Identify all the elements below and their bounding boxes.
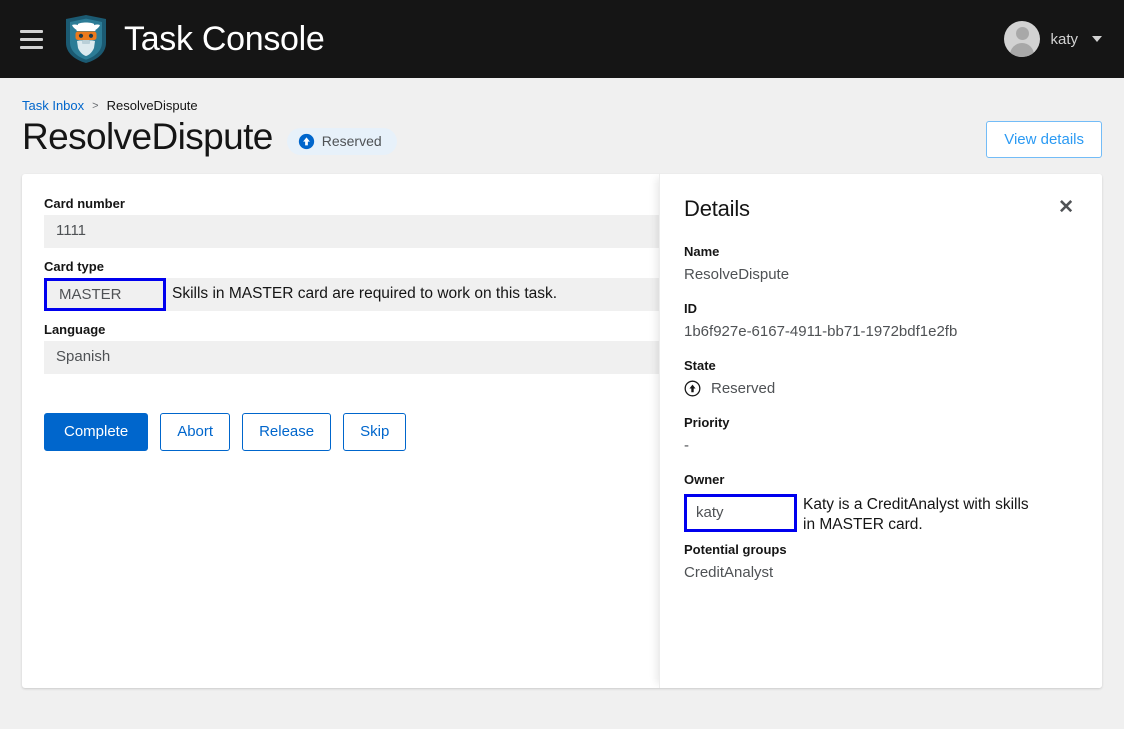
arrow-up-circle-icon bbox=[684, 380, 701, 397]
page-title: ResolveDispute bbox=[22, 117, 273, 158]
user-name-label: katy bbox=[1050, 31, 1078, 48]
details-title: Details bbox=[684, 196, 750, 222]
detail-owner-row: katy Katy is a CreditAnalyst with skills… bbox=[684, 494, 1078, 535]
breadcrumb: Task Inbox > ResolveDispute bbox=[22, 98, 1102, 113]
detail-groups-label: Potential groups bbox=[684, 542, 1078, 557]
detail-group-name: Name ResolveDispute bbox=[684, 244, 1078, 283]
detail-name-label: Name bbox=[684, 244, 1078, 259]
owner-annotation-line-1: Katy is a CreditAnalyst with skills bbox=[803, 495, 1078, 515]
abort-button[interactable]: Abort bbox=[160, 413, 230, 451]
user-avatar-icon bbox=[1004, 21, 1040, 57]
detail-name-value: ResolveDispute bbox=[684, 266, 1078, 283]
detail-id-label: ID bbox=[684, 301, 1078, 316]
masthead: Task Console katy bbox=[0, 0, 1124, 78]
breadcrumb-item-current: ResolveDispute bbox=[107, 98, 198, 113]
complete-button[interactable]: Complete bbox=[44, 413, 148, 451]
status-badge: Reserved bbox=[287, 128, 397, 155]
detail-groups-value: CreditAnalyst bbox=[684, 564, 1078, 581]
view-details-button[interactable]: View details bbox=[986, 121, 1102, 158]
card-type-input[interactable]: MASTER bbox=[44, 278, 166, 311]
release-button[interactable]: Release bbox=[242, 413, 331, 451]
task-card: Card number 1111 Card type MASTER Skills… bbox=[22, 174, 1102, 688]
detail-group-priority: Priority - bbox=[684, 415, 1078, 454]
status-badge-label: Reserved bbox=[322, 133, 382, 149]
detail-owner-value: katy bbox=[684, 494, 797, 532]
owner-annotation-line-2: in MASTER card. bbox=[803, 515, 1078, 535]
skip-button[interactable]: Skip bbox=[343, 413, 406, 451]
detail-id-value: 1b6f927e-6167-4911-bb71-1972bdf1e2fb bbox=[684, 323, 1078, 340]
breadcrumb-item-task-inbox[interactable]: Task Inbox bbox=[22, 98, 84, 113]
details-header: Details ✕ bbox=[684, 196, 1078, 222]
close-icon[interactable]: ✕ bbox=[1054, 196, 1078, 219]
content-area: Card number 1111 Card type MASTER Skills… bbox=[0, 158, 1124, 672]
page-header: Task Inbox > ResolveDispute ResolveDispu… bbox=[0, 78, 1124, 158]
title-row: ResolveDispute Reserved View details bbox=[22, 117, 1102, 158]
detail-state-label: State bbox=[684, 358, 1078, 373]
breadcrumb-separator-icon: > bbox=[92, 100, 98, 112]
user-menu[interactable]: katy bbox=[1004, 21, 1102, 57]
detail-priority-label: Priority bbox=[684, 415, 1078, 430]
detail-group-potential-groups: Potential groups CreditAnalyst bbox=[684, 542, 1078, 581]
owner-annotation: Katy is a CreditAnalyst with skills in M… bbox=[797, 494, 1078, 535]
detail-state-value: Reserved bbox=[711, 380, 775, 397]
kogito-mascot-logo[interactable] bbox=[64, 15, 108, 63]
details-panel: Details ✕ Name ResolveDispute ID 1b6f927… bbox=[659, 174, 1102, 688]
arrow-up-circle-icon bbox=[298, 133, 315, 150]
hamburger-icon[interactable] bbox=[14, 22, 48, 56]
detail-group-state: State Reserved bbox=[684, 358, 1078, 397]
detail-group-owner: Owner katy Katy is a CreditAnalyst with … bbox=[684, 472, 1078, 535]
app-title: Task Console bbox=[124, 20, 325, 59]
detail-owner-label: Owner bbox=[684, 472, 1078, 487]
detail-state-value-row: Reserved bbox=[684, 380, 1078, 397]
detail-group-id: ID 1b6f927e-6167-4911-bb71-1972bdf1e2fb bbox=[684, 301, 1078, 340]
detail-priority-value: - bbox=[684, 437, 1078, 454]
chevron-down-icon[interactable] bbox=[1092, 36, 1102, 42]
